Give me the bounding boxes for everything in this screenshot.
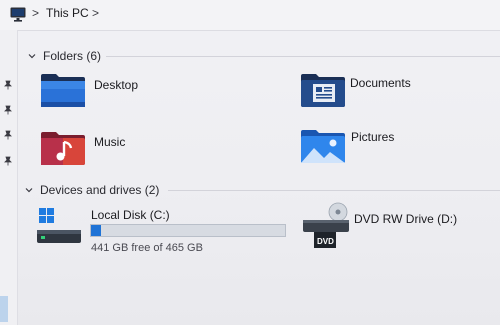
pin-icon[interactable] <box>3 130 13 140</box>
pin-icon[interactable] <box>3 80 13 90</box>
group-divider <box>168 190 500 191</box>
drive-label: Local Disk (C:) <box>91 208 170 222</box>
folder-label: Pictures <box>351 130 395 144</box>
drive-usage-bar <box>90 224 286 237</box>
monitor-icon <box>10 7 26 22</box>
breadcrumb-this-pc[interactable]: This PC <box>46 6 89 20</box>
chevron-down-icon[interactable] <box>24 185 34 195</box>
folder-music[interactable]: Music <box>40 130 240 170</box>
dvd-badge: DVD <box>317 237 334 246</box>
drive-free-space: 441 GB free of 465 GB <box>91 242 203 254</box>
address-bar[interactable]: > This PC > <box>0 0 500 31</box>
pin-icon[interactable] <box>3 156 13 166</box>
documents-folder-icon <box>301 74 345 107</box>
music-folder-icon <box>41 132 85 165</box>
chevron-down-icon[interactable] <box>27 51 37 61</box>
folder-documents[interactable]: Documents <box>300 72 490 112</box>
pin-icon[interactable] <box>3 105 13 115</box>
drive-usage-fill <box>91 225 101 236</box>
breadcrumb-separator: > <box>32 6 40 20</box>
file-explorer-window: > This PC > Folders (6) Desktop Document… <box>0 0 500 325</box>
drive-dvd-rw-d[interactable]: DVD DVD RW Drive (D:) <box>302 202 492 252</box>
folder-label: Desktop <box>94 78 139 92</box>
desktop-folder-icon <box>41 74 85 107</box>
windows-drive-icon <box>37 208 81 243</box>
navigation-pane <box>0 30 18 325</box>
drive-label: DVD RW Drive (D:) <box>354 212 458 226</box>
nav-selection-marker <box>0 296 8 322</box>
devices-group-title: Devices and drives (2) <box>40 183 160 197</box>
folder-desktop[interactable]: Desktop <box>40 72 240 112</box>
folder-label: Documents <box>350 76 411 90</box>
folders-group-title: Folders (6) <box>43 49 102 63</box>
folders-group-header[interactable]: Folders (6) <box>27 48 101 64</box>
breadcrumb-expand-chevron[interactable]: > <box>92 6 99 20</box>
folder-label: Music <box>94 135 126 149</box>
group-divider <box>106 56 500 57</box>
pictures-folder-icon <box>301 130 345 163</box>
folder-pictures[interactable]: Pictures <box>300 128 490 168</box>
devices-group-header[interactable]: Devices and drives (2) <box>24 182 159 198</box>
